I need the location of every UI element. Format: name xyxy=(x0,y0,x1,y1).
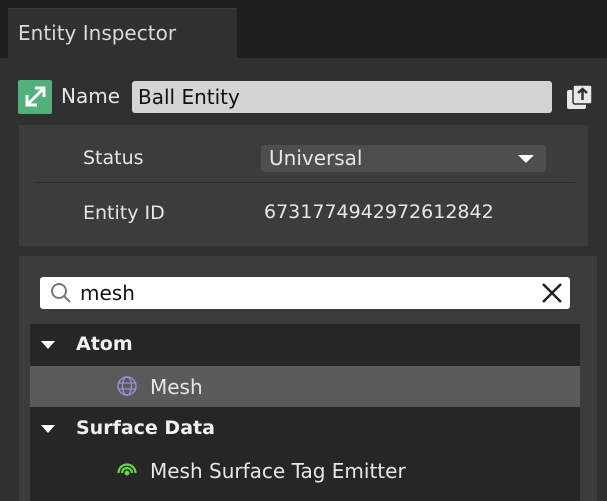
entity-icon xyxy=(18,80,52,114)
chevron-down-icon xyxy=(518,155,534,163)
component-item-label: Mesh Surface Tag Emitter xyxy=(150,459,406,483)
component-panel: Atom Mesh Surface Data Mesh Surface Tag … xyxy=(19,256,597,501)
entity-id-value: 6731774942972612842 xyxy=(264,201,494,223)
search-input[interactable] xyxy=(80,277,520,309)
status-value: Universal xyxy=(269,146,363,170)
component-item-label: Mesh xyxy=(150,375,203,399)
signal-icon xyxy=(117,463,137,476)
entity-id-label: Entity ID xyxy=(83,202,165,224)
component-item-mesh-surface-tag-emitter[interactable]: Mesh Surface Tag Emitter xyxy=(30,450,580,491)
tab-entity-inspector[interactable]: Entity Inspector xyxy=(8,8,237,58)
tab-bar: Entity Inspector xyxy=(0,0,607,58)
divider xyxy=(35,182,575,183)
search-icon xyxy=(51,283,71,303)
caret-down-icon[interactable] xyxy=(41,341,55,349)
status-dropdown[interactable]: Universal xyxy=(261,145,546,172)
close-icon[interactable] xyxy=(540,281,564,305)
name-row: Name Ball Entity xyxy=(18,80,596,114)
component-tree: Atom Mesh Surface Data Mesh Surface Tag … xyxy=(30,324,580,501)
search-box xyxy=(40,277,570,309)
entity-properties: Status Universal Entity ID 6731774942972… xyxy=(19,125,588,246)
component-item-mesh[interactable]: Mesh xyxy=(30,366,580,407)
name-label: Name xyxy=(61,84,121,108)
caret-down-icon[interactable] xyxy=(41,425,55,433)
category-row-surface-data[interactable]: Surface Data xyxy=(30,408,580,449)
pin-icon[interactable] xyxy=(564,82,594,112)
mesh-icon xyxy=(117,376,137,396)
category-label: Atom xyxy=(76,333,133,355)
status-label: Status xyxy=(83,147,144,169)
category-row-atom[interactable]: Atom xyxy=(30,324,580,365)
name-field[interactable]: Ball Entity xyxy=(132,81,552,113)
category-label: Surface Data xyxy=(76,417,215,439)
tab-label: Entity Inspector xyxy=(18,21,177,45)
